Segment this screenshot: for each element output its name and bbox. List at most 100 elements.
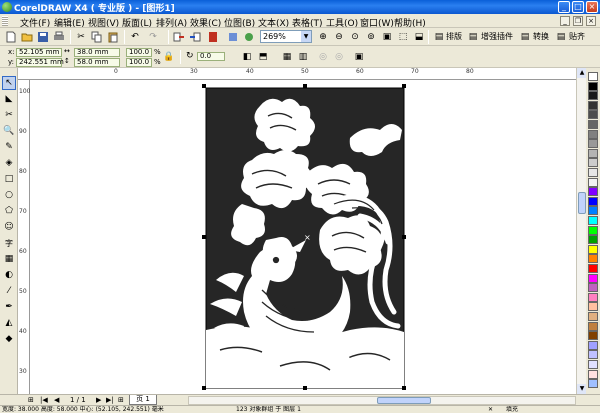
palette-swatch[interactable] — [588, 216, 598, 225]
palette-swatch[interactable] — [588, 129, 598, 139]
add-page-icon[interactable]: ⊞ — [28, 396, 34, 404]
palette-swatch[interactable] — [588, 340, 598, 350]
doc-minimize-button[interactable]: _ — [560, 16, 570, 26]
palette-swatch[interactable] — [588, 350, 598, 360]
palette-swatch[interactable] — [588, 264, 598, 273]
interactive-blend-icon[interactable]: ◐ — [2, 268, 16, 282]
close-button[interactable]: × — [586, 1, 598, 13]
eyedropper-icon[interactable]: ⁄ — [2, 284, 16, 298]
ungroup-icon[interactable]: ▥ — [296, 50, 310, 64]
ellipse-tool-icon[interactable]: ○ — [2, 188, 16, 202]
palette-swatch[interactable] — [588, 235, 598, 245]
first-page-icon[interactable]: |◀ — [40, 396, 48, 404]
convert-button[interactable]: 转换 — [533, 31, 549, 42]
zoom-in-icon[interactable]: ⊕ — [316, 30, 330, 44]
minimize-button[interactable]: _ — [558, 1, 570, 13]
mirror-vertical-icon[interactable]: ⬒ — [256, 50, 270, 64]
add-page-after-icon[interactable]: ⊞ — [118, 396, 124, 404]
welcome-screen-icon[interactable] — [242, 30, 256, 44]
outline-pen-icon[interactable]: ✒ — [2, 300, 16, 314]
publish-pdf-icon[interactable] — [206, 30, 220, 44]
palette-swatch[interactable] — [588, 81, 598, 91]
save-icon[interactable] — [36, 30, 50, 44]
zoom-selected-icon[interactable]: ⊙ — [348, 30, 362, 44]
maximize-button[interactable]: □ — [572, 1, 584, 13]
polygon-tool-icon[interactable]: ⬠ — [2, 204, 16, 218]
palette-swatch[interactable] — [588, 379, 598, 389]
palette-swatch[interactable] — [588, 168, 598, 177]
prev-page-icon[interactable]: ◀ — [54, 396, 59, 404]
last-page-icon[interactable]: ▶| — [106, 396, 114, 404]
palette-swatch[interactable] — [588, 139, 598, 149]
table-tool-icon[interactable]: ▦ — [2, 252, 16, 266]
y-position-field[interactable]: 242.551 mm — [16, 58, 64, 67]
doc-restore-button[interactable]: ❐ — [573, 16, 583, 26]
smart-fill-icon[interactable]: ◈ — [2, 156, 16, 170]
zoom-level-select[interactable]: 269% ▼ — [260, 30, 312, 43]
width-field[interactable]: 38.0 mm — [74, 48, 120, 57]
palette-swatch[interactable] — [588, 110, 598, 120]
palette-swatch[interactable] — [588, 273, 598, 283]
plugins-button[interactable]: 增强插件 — [481, 31, 513, 42]
palette-swatch[interactable] — [588, 187, 598, 197]
zoom-height-icon[interactable]: ⬓ — [412, 30, 426, 44]
drawing-canvas[interactable]: × — [30, 80, 576, 394]
export-icon[interactable] — [188, 30, 202, 44]
doc-close-button[interactable]: × — [586, 16, 596, 26]
palette-swatch[interactable] — [588, 120, 598, 129]
snap-button[interactable]: 贴齐 — [569, 31, 585, 42]
scale-x-field[interactable]: 100.0 — [126, 48, 152, 57]
palette-swatch[interactable] — [588, 100, 598, 110]
horizontal-scroll-thumb[interactable] — [377, 397, 431, 404]
horizontal-scrollbar[interactable] — [188, 396, 576, 405]
paste-icon[interactable] — [106, 30, 120, 44]
print-icon[interactable] — [52, 30, 66, 44]
group-icon[interactable]: ▦ — [280, 50, 294, 64]
rotation-field[interactable]: 0.0 — [197, 52, 225, 61]
palette-swatch[interactable] — [588, 292, 598, 302]
break-apart-icon[interactable]: ◎ — [332, 50, 346, 64]
palette-swatch[interactable] — [588, 302, 598, 312]
page-tab[interactable]: 页 1 — [129, 395, 157, 405]
shape-tool-icon[interactable]: ◣ — [2, 92, 16, 106]
zoom-width-icon[interactable]: ⬚ — [396, 30, 410, 44]
basic-shapes-icon[interactable]: ☺ — [2, 220, 16, 234]
combine-icon[interactable]: ◎ — [316, 50, 330, 64]
vertical-scrollbar[interactable]: ▲ ▼ — [576, 68, 587, 394]
next-page-icon[interactable]: ▶ — [96, 396, 101, 404]
undo-icon[interactable]: ↶ — [128, 30, 142, 44]
palette-swatch[interactable] — [588, 312, 598, 321]
palette-swatch[interactable] — [588, 225, 598, 235]
palette-swatch[interactable] — [588, 148, 598, 158]
palette-swatch[interactable] — [588, 206, 598, 216]
open-folder-icon[interactable] — [20, 30, 34, 44]
layout-button[interactable]: 排版 — [446, 31, 462, 42]
phoenix-peony-papercut-artwork[interactable]: × — [30, 80, 576, 394]
scale-y-field[interactable]: 100.0 — [126, 58, 152, 67]
x-position-field[interactable]: 52.105 mm — [16, 48, 62, 57]
palette-swatch[interactable] — [588, 254, 598, 264]
palette-swatch[interactable] — [588, 244, 598, 254]
palette-swatch[interactable] — [588, 72, 598, 81]
copy-icon[interactable] — [90, 30, 104, 44]
fill-bucket-icon[interactable]: ◭ — [2, 316, 16, 330]
zoom-out-icon[interactable]: ⊖ — [332, 30, 346, 44]
rectangle-tool-icon[interactable]: □ — [2, 172, 16, 186]
zoom-page-icon[interactable]: ▣ — [380, 30, 394, 44]
palette-swatch[interactable] — [588, 196, 598, 206]
freehand-tool-icon[interactable]: ✎ — [2, 140, 16, 154]
snap-icon[interactable]: ▤ — [554, 30, 568, 44]
pick-tool-pointer-icon[interactable]: ↖ — [2, 76, 16, 90]
lock-ratio-icon[interactable]: 🔒 — [162, 50, 176, 64]
palette-swatch[interactable] — [588, 321, 598, 331]
zoom-all-icon[interactable]: ⊚ — [364, 30, 378, 44]
palette-swatch[interactable] — [588, 177, 598, 187]
new-document-icon[interactable] — [4, 30, 18, 44]
palette-swatch[interactable] — [588, 369, 598, 379]
cut-icon[interactable]: ✂ — [74, 30, 88, 44]
crop-tool-icon[interactable]: ✂ — [2, 108, 16, 122]
palette-swatch[interactable] — [588, 91, 598, 101]
palette-swatch[interactable] — [588, 283, 598, 293]
interactive-fill-icon[interactable]: ◆ — [2, 332, 16, 346]
palette-swatch[interactable] — [588, 360, 598, 369]
